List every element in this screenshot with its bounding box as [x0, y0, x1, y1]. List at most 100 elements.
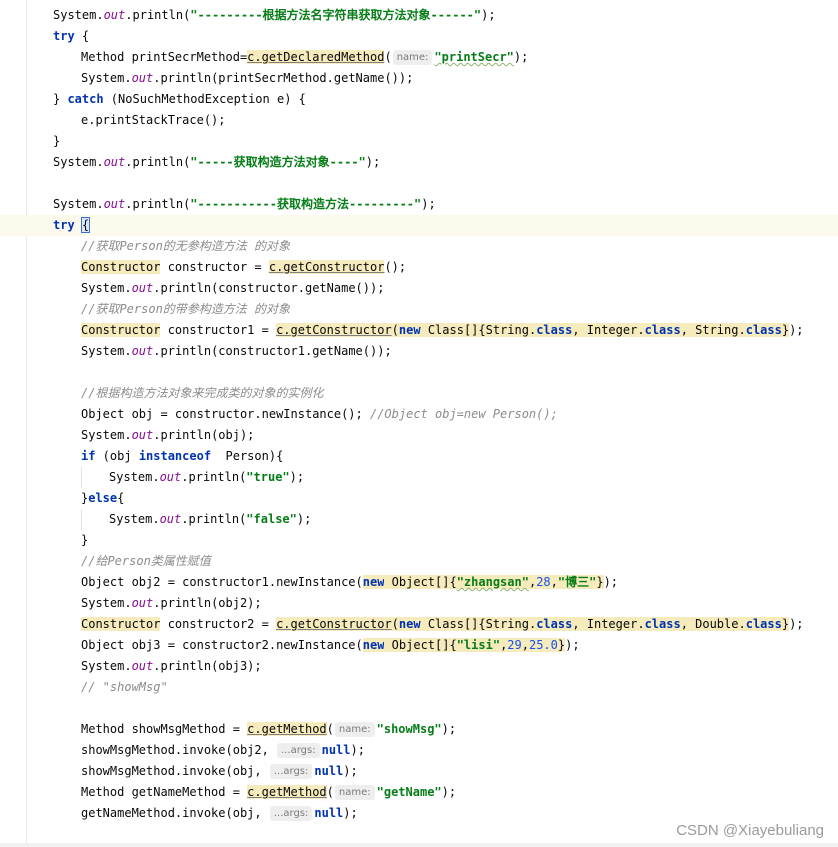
highlighted-code: Constructor [81, 260, 161, 274]
highlighted-call: c.getMethod [247, 785, 327, 799]
code-text: System. [81, 281, 132, 295]
code-text: .println( [125, 8, 191, 22]
keyword: else [88, 491, 118, 505]
code-line[interactable] [0, 362, 838, 383]
code-line[interactable]: System.out.println(obj2); [0, 593, 838, 614]
code-text: ( [326, 785, 334, 799]
code-text: ( [326, 722, 334, 736]
code-text: .println( [181, 512, 247, 526]
code-line[interactable]: } catch (NoSuchMethodException e) { [0, 89, 838, 110]
code-text: System. [109, 512, 160, 526]
code-line[interactable]: getNameMethod.invoke(obj, ...args: null); [0, 803, 838, 824]
highlighted-code: Class[]{String. [420, 323, 537, 337]
comment: //获取Person的带参构造方法 的对象 [81, 302, 291, 316]
static-field: out [103, 8, 126, 22]
code-line[interactable]: //获取Person的无参构造方法 的对象 [0, 236, 838, 257]
code-text: ); [421, 197, 436, 211]
code-line[interactable]: Object obj3 = constructor2.newInstance(n… [0, 635, 838, 656]
code-line[interactable]: Constructor constructor2 = c.getConstruc… [0, 614, 838, 635]
code-line[interactable] [0, 173, 838, 194]
code-editor[interactable]: System.out.println("---------根据方法名字符串获取方… [0, 0, 838, 847]
code-text: .println(obj); [153, 428, 255, 442]
static-field: out [131, 281, 154, 295]
static-field: out [103, 197, 126, 211]
code-line[interactable]: //根据构造方法对象来完成类的对象的实例化 [0, 383, 838, 404]
code-text: .println(obj3); [153, 659, 262, 673]
code-line[interactable]: Object obj = constructor.newInstance(); … [0, 404, 838, 425]
string-literal: "showMsg" [376, 722, 442, 736]
code-line[interactable]: System.out.println(obj3); [0, 656, 838, 677]
code-text: System. [53, 8, 104, 22]
code-line[interactable]: } [0, 530, 838, 551]
highlighted-code: Object[]{ [384, 575, 457, 589]
code-text: { [117, 491, 125, 505]
code-text: ); [365, 155, 381, 169]
code-line[interactable]: System.out.println("-----获取构造方法对象----"); [0, 152, 838, 173]
code-text: e.printStackTrace(); [81, 113, 226, 127]
code-line[interactable]: System.out.println("-----------获取构造方法---… [0, 194, 838, 215]
parameter-hint: ...args: [269, 806, 313, 821]
static-field: out [131, 659, 154, 673]
number-literal: 25.0 [528, 638, 558, 652]
highlighted-code: , Double. [680, 617, 746, 631]
code-text: Method getNameMethod = [81, 785, 248, 799]
code-line[interactable]: if (obj instanceof Person){ [0, 446, 838, 467]
code-line[interactable] [0, 698, 838, 719]
highlighted-code: } [596, 575, 604, 589]
code-line[interactable]: Method showMsgMethod = c.getMethod(name:… [0, 719, 838, 740]
static-field: out [131, 596, 154, 610]
code-line[interactable]: System.out.println(constructor.getName()… [0, 278, 838, 299]
code-text: System. [109, 470, 160, 484]
keyword: null [314, 764, 344, 778]
code-line[interactable]: System.out.println(printSecrMethod.getNa… [0, 68, 838, 89]
highlighted-code: Constructor [81, 323, 161, 337]
code-line[interactable]: Constructor constructor = c.getConstruct… [0, 257, 838, 278]
highlighted-code: , Integer. [572, 323, 645, 337]
code-line[interactable]: Object obj2 = constructor1.newInstance(n… [0, 572, 838, 593]
code-text: (obj [95, 449, 139, 463]
code-line[interactable]: Method printSecrMethod=c.getDeclaredMeth… [0, 47, 838, 68]
code-line[interactable]: System.out.println(constructor1.getName(… [0, 341, 838, 362]
code-line[interactable]: // "showMsg" [0, 677, 838, 698]
highlighted-call: c.getMethod [247, 722, 327, 736]
code-line[interactable]: }else{ [0, 488, 838, 509]
code-line[interactable]: Method getNameMethod = c.getMethod(name:… [0, 782, 838, 803]
code-line[interactable]: System.out.println("false"); [0, 509, 838, 530]
number-literal: 29 [507, 638, 522, 652]
code-line[interactable]: try { [0, 26, 838, 47]
parameter-hint: ...args: [269, 764, 313, 779]
code-line[interactable]: System.out.println("true"); [0, 467, 838, 488]
code-text: ); [296, 512, 312, 526]
code-text: .println(obj2); [153, 596, 262, 610]
code-line[interactable]: try { [0, 215, 838, 236]
code-text: ); [481, 8, 496, 22]
horizontal-scrollbar[interactable] [0, 843, 838, 847]
code-line[interactable]: System.out.println(obj); [0, 425, 838, 446]
keyword: class [745, 323, 782, 337]
keyword: null [321, 743, 351, 757]
code-text: ( [384, 50, 392, 64]
code-text: .println(constructor.getName()); [153, 281, 385, 295]
code-line[interactable]: e.printStackTrace(); [0, 110, 838, 131]
code-line[interactable]: System.out.println("---------根据方法名字符串获取方… [0, 5, 838, 26]
code-line[interactable]: showMsgMethod.invoke(obj2, ...args: null)… [0, 740, 838, 761]
code-line[interactable]: showMsgMethod.invoke(obj, ...args: null); [0, 761, 838, 782]
code-line[interactable]: Constructor constructor1 = c.getConstruc… [0, 320, 838, 341]
code-text: Method showMsgMethod = [81, 722, 248, 736]
matched-brace: { [80, 217, 91, 233]
static-field: out [103, 155, 126, 169]
keyword: new [398, 617, 421, 631]
code-text: Object obj2 = constructor1.newInstance( [81, 575, 363, 589]
code-line[interactable]: //获取Person的带参构造方法 的对象 [0, 299, 838, 320]
string-literal: "false" [246, 512, 297, 526]
code-text: ); [789, 323, 804, 337]
string-literal: "printSecr" [434, 50, 514, 64]
comment: //给Person类属性赋值 [81, 554, 211, 568]
highlighted-call: c.getConstructor [276, 323, 392, 337]
code-line[interactable]: } [0, 131, 838, 152]
code-text: getNameMethod.invoke(obj, [81, 806, 269, 820]
code-text: System. [81, 596, 132, 610]
code-text: ); [513, 50, 529, 64]
code-text: .println(constructor1.getName()); [153, 344, 392, 358]
code-line[interactable]: //给Person类属性赋值 [0, 551, 838, 572]
